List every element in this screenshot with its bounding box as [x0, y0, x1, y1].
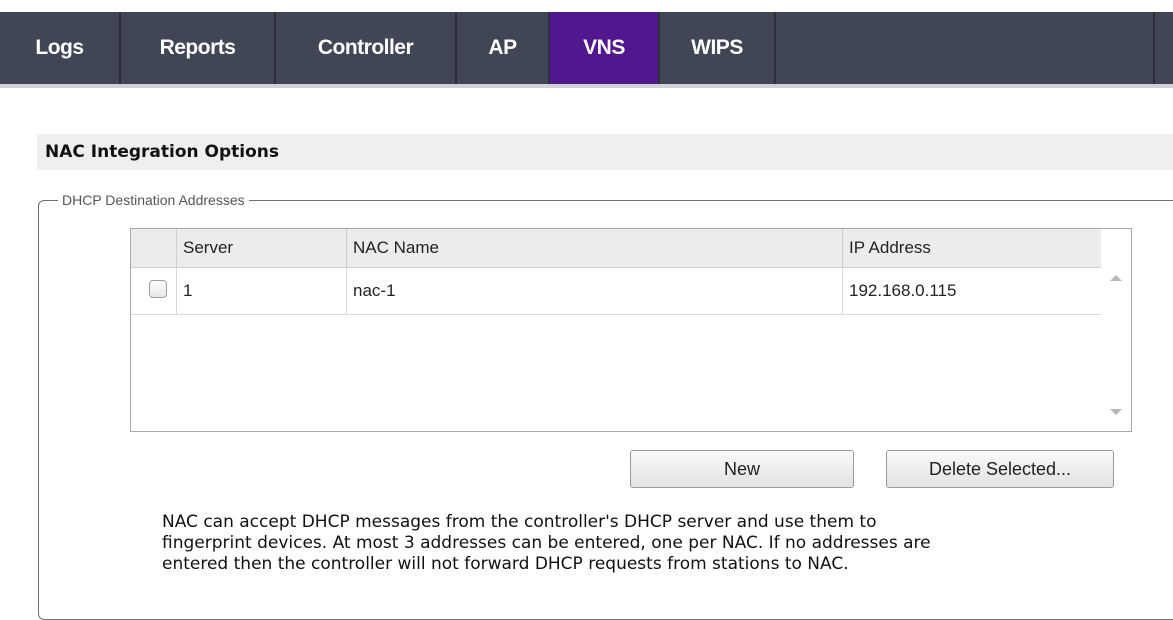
table-row[interactable]: 1 nac-1 192.168.0.115 — [131, 267, 1101, 315]
new-button[interactable]: New — [630, 450, 854, 488]
nav-divider — [1153, 12, 1155, 84]
top-nav: Logs Reports Controller AP VNS WIPS — [0, 12, 1173, 88]
tab-reports[interactable]: Reports — [121, 12, 276, 84]
table-header: Server NAC Name IP Address — [131, 229, 1101, 268]
fieldset-legend: DHCP Destination Addresses — [58, 192, 249, 208]
section-header: NAC Integration Options — [37, 134, 1173, 170]
section-title: NAC Integration Options — [45, 142, 280, 162]
help-text: NAC can accept DHCP messages from the co… — [162, 512, 1122, 575]
cell-nac-name: nac-1 — [347, 267, 843, 314]
help-line: fingerprint devices. At most 3 addresses… — [162, 533, 931, 553]
tab-logs[interactable]: Logs — [0, 12, 121, 84]
row-select-cell — [131, 267, 177, 314]
tab-vns[interactable]: VNS — [550, 12, 660, 84]
header-nac-name[interactable]: NAC Name — [347, 229, 843, 267]
tab-ap[interactable]: AP — [457, 12, 550, 84]
cell-ip-address: 192.168.0.115 — [849, 281, 957, 300]
header-select-column — [131, 229, 177, 267]
tab-wips[interactable]: WIPS — [660, 12, 776, 84]
dhcp-address-table: Server NAC Name IP Address 1 nac-1 192.1… — [130, 228, 1132, 432]
help-line: NAC can accept DHCP messages from the co… — [162, 512, 877, 532]
header-server[interactable]: Server — [177, 229, 347, 267]
scroll-down-arrow-icon[interactable] — [1101, 401, 1131, 423]
table-scrollbar[interactable] — [1101, 267, 1131, 431]
delete-selected-button[interactable]: Delete Selected... — [886, 450, 1114, 488]
header-ip-address[interactable]: IP Address — [843, 229, 1101, 267]
row-checkbox[interactable] — [149, 280, 167, 298]
cell-server: 1 — [177, 267, 347, 314]
help-line: entered then the controller will not for… — [162, 554, 849, 574]
scroll-up-arrow-icon[interactable] — [1101, 267, 1131, 289]
tab-controller[interactable]: Controller — [276, 12, 457, 84]
